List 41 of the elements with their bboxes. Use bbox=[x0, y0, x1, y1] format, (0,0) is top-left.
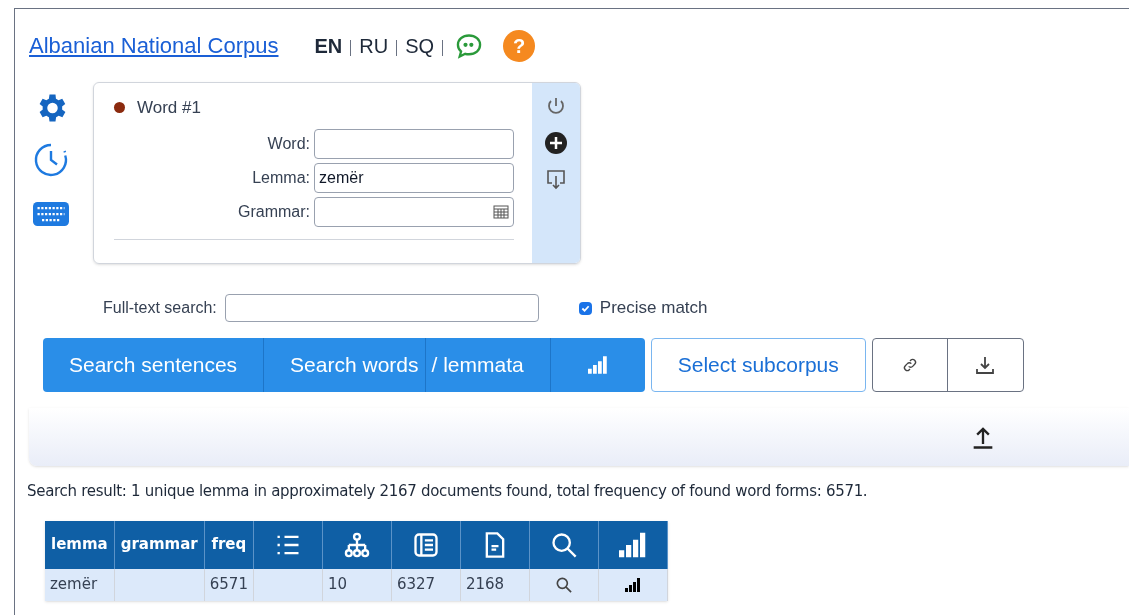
bar-chart-icon bbox=[618, 530, 647, 559]
table-cell: zemër bbox=[45, 568, 115, 601]
search-lemmata-button[interactable]: / lemmata bbox=[425, 338, 551, 392]
column-header[interactable]: lemma bbox=[45, 520, 115, 569]
field-label: Word: bbox=[267, 133, 310, 154]
text-field[interactable] bbox=[314, 128, 514, 159]
search-icon bbox=[549, 530, 578, 559]
text-field[interactable]: zemër bbox=[314, 162, 514, 193]
document-lines-icon bbox=[411, 530, 440, 559]
calendar-icon[interactable] bbox=[493, 203, 509, 220]
select-subcorpus-button[interactable]: Select subcorpus bbox=[650, 338, 866, 392]
site-title-link[interactable]: Albanian National Corpus bbox=[29, 29, 279, 62]
precise-match-checkbox[interactable] bbox=[578, 301, 592, 315]
language-link[interactable]: RU bbox=[359, 30, 389, 61]
full-text-search-label: Full-text search: bbox=[103, 298, 217, 318]
column-header[interactable]: grammar bbox=[114, 520, 205, 569]
field-label: Lemma: bbox=[252, 167, 310, 188]
precise-match-label: Precise match bbox=[599, 297, 708, 320]
hierarchy-icon bbox=[342, 530, 371, 559]
word-title: Word #1 bbox=[137, 97, 201, 119]
search-words-button[interactable]: Search words bbox=[264, 338, 426, 392]
field-label: Grammar: bbox=[238, 201, 310, 222]
column-header[interactable]: freq bbox=[204, 520, 254, 569]
download-box-icon[interactable] bbox=[544, 167, 568, 191]
language-link[interactable]: EN bbox=[314, 30, 343, 61]
clock-icon[interactable] bbox=[33, 142, 69, 178]
add-icon[interactable] bbox=[544, 131, 568, 155]
speech-bubble-icon[interactable] bbox=[455, 31, 484, 60]
bar-chart-icon bbox=[587, 355, 608, 375]
grammar-field[interactable] bbox=[314, 196, 514, 227]
table-cell: 10 bbox=[322, 568, 392, 601]
table-cell: 6327 bbox=[391, 568, 461, 601]
table-cell: 6571 bbox=[204, 568, 254, 601]
full-text-search-field[interactable] bbox=[224, 294, 539, 322]
keyboard-icon[interactable] bbox=[33, 202, 69, 226]
table-cell: 2168 bbox=[460, 568, 530, 601]
search-result-text: Search result: 1 unique lemma in approximately 2167 documents found, total frequency of found word forms: 6571. bbox=[27, 481, 869, 502]
link-icon bbox=[901, 357, 918, 373]
bar-chart-icon bbox=[624, 576, 641, 593]
language-link[interactable]: SQ bbox=[405, 30, 435, 61]
search-sentences-button[interactable]: Search sentences bbox=[43, 338, 265, 392]
